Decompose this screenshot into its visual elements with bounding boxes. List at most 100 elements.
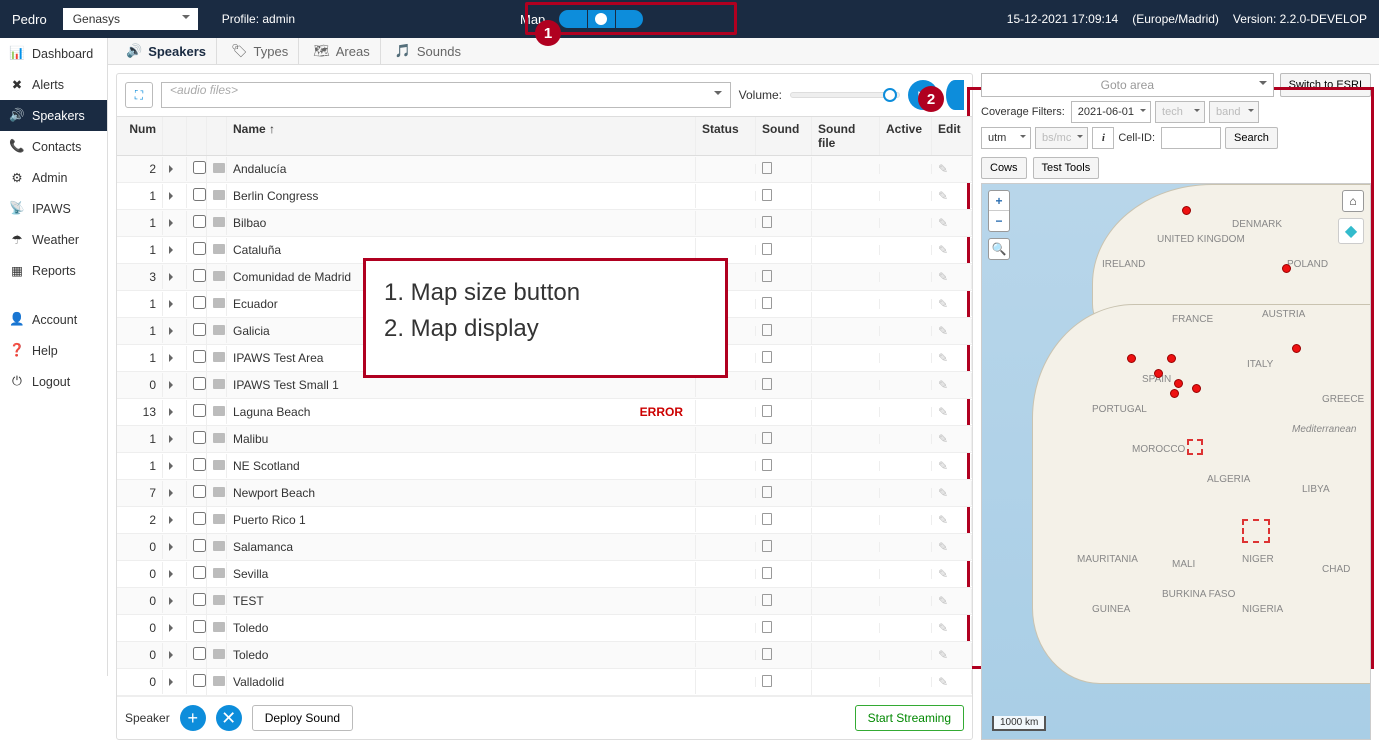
row-checkbox[interactable] — [187, 615, 207, 641]
table-row[interactable]: 7Newport Beach✎ — [117, 480, 972, 507]
audio-files-dropdown[interactable]: <audio files> — [161, 82, 731, 108]
zoom-out-icon[interactable]: − — [989, 211, 1009, 231]
sidebar-item-ipaws[interactable]: 📡IPAWS — [0, 193, 107, 224]
row-checkbox[interactable] — [187, 534, 207, 560]
utm-dropdown[interactable]: utm — [981, 127, 1031, 149]
col-active[interactable]: Active — [880, 117, 932, 155]
row-checkbox[interactable] — [187, 426, 207, 452]
row-checkbox[interactable] — [187, 561, 207, 587]
map-marker[interactable] — [1192, 384, 1201, 393]
row-checkbox[interactable] — [187, 480, 207, 506]
cell-sound[interactable] — [756, 562, 812, 587]
zoom-in-icon[interactable]: + — [989, 191, 1009, 211]
cell-sound[interactable] — [756, 535, 812, 560]
table-row[interactable]: 1Malibu✎ — [117, 426, 972, 453]
row-checkbox[interactable] — [187, 156, 207, 182]
sidebar-item-speakers[interactable]: 🔊Speakers — [0, 100, 107, 131]
col-name[interactable]: Name ↑ — [227, 117, 696, 155]
home-icon[interactable]: ⌂ — [1342, 190, 1364, 212]
table-row[interactable]: 2Andalucía✎ — [117, 156, 972, 183]
edit-icon[interactable]: ✎ — [932, 589, 972, 613]
deploy-sound-button[interactable]: Deploy Sound — [252, 705, 353, 731]
sidebar-item-account[interactable]: 👤Account — [0, 304, 107, 335]
date-dropdown[interactable]: 2021-06-01 — [1071, 101, 1151, 123]
map-marker[interactable] — [1170, 389, 1179, 398]
map-selection[interactable] — [1242, 519, 1270, 543]
expand-icon[interactable] — [163, 508, 187, 532]
edit-icon[interactable]: ✎ — [932, 184, 972, 208]
expand-icon[interactable] — [163, 400, 187, 424]
goto-area-dropdown[interactable]: Goto area — [981, 73, 1274, 97]
row-checkbox[interactable] — [187, 669, 207, 695]
sidebar-item-help[interactable]: ❓Help — [0, 335, 107, 366]
band-dropdown[interactable]: band — [1209, 101, 1259, 123]
table-row[interactable]: 0Toledo✎ — [117, 642, 972, 669]
cell-sound[interactable] — [756, 373, 812, 398]
switch-esri-button[interactable]: Switch to ESRI — [1280, 73, 1371, 97]
cell-sound[interactable] — [756, 508, 812, 533]
org-dropdown[interactable]: Genasys — [63, 8, 198, 30]
edit-icon[interactable]: ✎ — [932, 454, 972, 478]
bsmc-dropdown[interactable]: bs/mc — [1035, 127, 1088, 149]
cell-sound[interactable] — [756, 211, 812, 236]
table-row[interactable]: 0TEST✎ — [117, 588, 972, 615]
cell-sound[interactable] — [756, 481, 812, 506]
row-checkbox[interactable] — [187, 588, 207, 614]
cell-sound[interactable] — [756, 616, 812, 641]
table-row[interactable]: 0Toledo✎ — [117, 615, 972, 642]
edit-icon[interactable]: ✎ — [932, 292, 972, 316]
cell-sound[interactable] — [756, 643, 812, 668]
expand-icon[interactable]: ⛶ — [125, 82, 153, 108]
edit-icon[interactable]: ✎ — [932, 373, 972, 397]
sidebar-item-dashboard[interactable]: 📊Dashboard — [0, 38, 107, 69]
col-num[interactable]: Num — [117, 117, 163, 155]
edit-icon[interactable]: ✎ — [932, 481, 972, 505]
col-status[interactable]: Status — [696, 117, 756, 155]
info-icon[interactable]: i — [1092, 127, 1114, 149]
expand-icon[interactable] — [163, 481, 187, 505]
tab-sounds[interactable]: 🎵Sounds — [385, 38, 471, 64]
edit-icon[interactable]: ✎ — [932, 535, 972, 559]
row-checkbox[interactable] — [187, 237, 207, 263]
row-checkbox[interactable] — [187, 399, 207, 425]
row-checkbox[interactable] — [187, 642, 207, 668]
map-search-icon[interactable]: 🔍 — [988, 238, 1010, 260]
map-size-slider[interactable] — [559, 10, 643, 28]
row-checkbox[interactable] — [187, 264, 207, 290]
edit-icon[interactable]: ✎ — [932, 616, 972, 640]
expand-icon[interactable] — [163, 211, 187, 235]
edit-icon[interactable]: ✎ — [932, 157, 972, 181]
row-checkbox[interactable] — [187, 210, 207, 236]
expand-icon[interactable] — [163, 184, 187, 208]
expand-icon[interactable] — [163, 562, 187, 586]
edit-icon[interactable]: ✎ — [932, 211, 972, 235]
edit-icon[interactable]: ✎ — [932, 319, 972, 343]
row-checkbox[interactable] — [187, 291, 207, 317]
table-row[interactable]: 1Bilbao✎ — [117, 210, 972, 237]
edit-icon[interactable]: ✎ — [932, 400, 972, 424]
edit-icon[interactable]: ✎ — [932, 265, 972, 289]
cell-sound[interactable] — [756, 427, 812, 452]
row-checkbox[interactable] — [187, 507, 207, 533]
search-button[interactable]: Search — [1225, 127, 1278, 149]
cell-id-input[interactable] — [1161, 127, 1221, 149]
sidebar-item-reports[interactable]: ▦Reports — [0, 255, 107, 286]
edit-icon[interactable]: ✎ — [932, 643, 972, 667]
expand-icon[interactable] — [163, 616, 187, 640]
sidebar-item-weather[interactable]: ☂Weather — [0, 224, 107, 255]
expand-icon[interactable] — [163, 427, 187, 451]
expand-icon[interactable] — [163, 643, 187, 667]
test-tools-button[interactable]: Test Tools — [1033, 157, 1100, 179]
add-speaker-button[interactable]: + — [180, 705, 206, 731]
expand-icon[interactable] — [163, 238, 187, 262]
col-sound[interactable]: Sound — [756, 117, 812, 155]
volume-slider[interactable] — [790, 92, 900, 98]
edit-icon[interactable]: ✎ — [932, 427, 972, 451]
map-marker[interactable] — [1127, 354, 1136, 363]
cell-sound[interactable] — [756, 292, 812, 317]
cell-sound[interactable] — [756, 400, 812, 425]
table-row[interactable]: 0Sevilla✎ — [117, 561, 972, 588]
table-row[interactable]: 1Berlin Congress✎ — [117, 183, 972, 210]
map-marker[interactable] — [1292, 344, 1301, 353]
expand-icon[interactable] — [163, 265, 187, 289]
